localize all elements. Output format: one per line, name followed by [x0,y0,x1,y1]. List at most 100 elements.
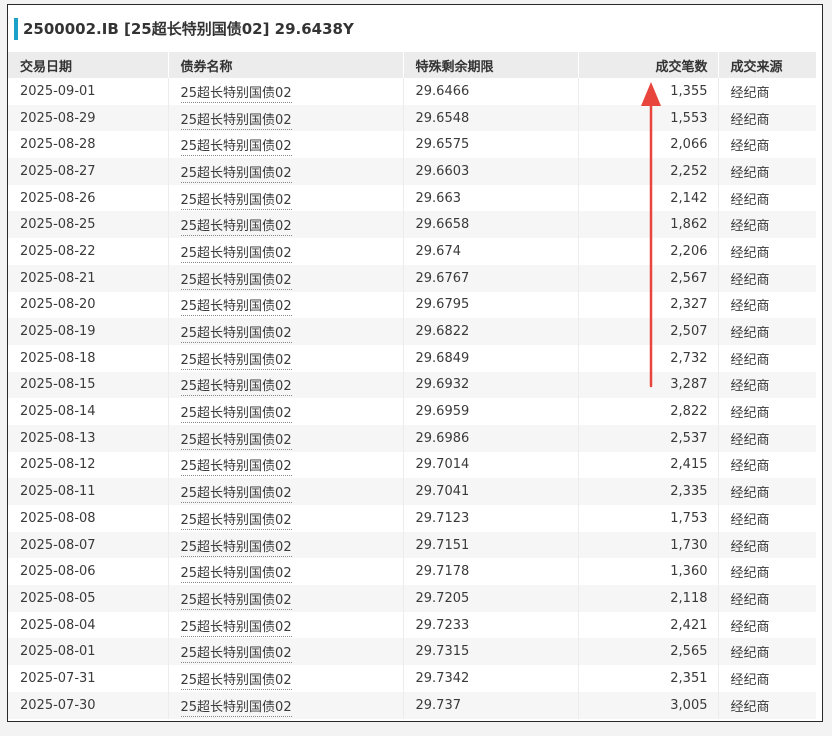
cell-bond-name-link[interactable]: 25超长特别国债02 [168,611,404,639]
table-row[interactable]: 2025-08-11 25超长特别国债02 29.7041 2,335 经纪商 [8,478,816,505]
column-header-bond-name[interactable]: 债券名称 [168,52,404,78]
table-row[interactable]: 2025-08-12 25超长特别国债02 29.7014 2,415 经纪商 [8,451,816,479]
table-row[interactable]: 2025-08-14 25超长特别国债02 29.6959 2,822 经纪商 [8,398,816,425]
cell-bond-name-link[interactable]: 25超长特别国债02 [168,638,404,666]
table-row[interactable]: 2025-08-18 25超长特别国债02 29.6849 2,732 经纪商 [8,344,816,372]
bond-name-link[interactable]: 25超长特别国债02 [180,192,292,210]
bond-name-link[interactable]: 25超长特别国债02 [180,165,292,183]
table-row[interactable]: 2025-07-30 25超长特别国债02 29.737 3,005 经纪商 [8,691,816,719]
bond-name-link[interactable]: 25超长特别国债02 [180,85,292,103]
bond-name-link[interactable]: 25超长特别国债02 [180,299,292,317]
cell-bond-name-link[interactable]: 25超长特别国债02 [168,318,404,345]
bond-name-link[interactable]: 25超长特别国债02 [180,245,292,263]
page-title: 2500002.IB [25超长特别国债02] 29.6438Y [23,20,354,38]
bond-name-link[interactable]: 25超长特别国债02 [180,539,292,557]
table-row[interactable]: 2025-08-13 25超长特别国债02 29.6986 2,537 经纪商 [8,424,816,452]
bond-name-link[interactable]: 25超长特别国债02 [180,432,292,450]
cell-trade-source: 经纪商 [730,459,770,475]
cell-bond-name-link[interactable]: 25超长特别国债02 [168,451,404,479]
cell-trade-date: 2025-08-12 [8,451,169,479]
cell-bond-name-link[interactable]: 25超长特别国债02 [168,478,404,505]
bond-name-link[interactable]: 25超长特别国债02 [180,619,292,637]
bond-name-link[interactable]: 25超长特别国债02 [180,352,292,370]
cell-trade-count: 2,567 [578,264,719,292]
cell-bond-name-link[interactable]: 25超长特别国债02 [168,184,404,212]
table-row[interactable]: 2025-08-15 25超长特别国债02 29.6932 3,287 经纪商 [8,371,816,399]
table-row[interactable]: 2025-08-21 25超长特别国债02 29.6767 2,567 经纪商 [8,264,816,292]
table-row[interactable]: 2025-07-31 25超长特别国债02 29.7342 2,351 经纪商 [8,665,816,692]
cell-trade-count: 2,118 [578,585,719,612]
bond-name-link[interactable]: 25超长特别国债02 [180,219,292,237]
cell-trade-date: 2025-08-04 [8,611,169,639]
table-row[interactable]: 2025-09-01 25超长特别国债02 29.6466 1,355 经纪商 [8,78,816,105]
cell-trade-count: 2,732 [578,344,719,372]
bond-name-link[interactable]: 25超长特别国债02 [180,406,292,424]
table-row[interactable]: 2025-08-05 25超长特别国债02 29.7205 2,118 经纪商 [8,585,816,612]
cell-bond-name-link[interactable]: 25超长特别国债02 [168,158,404,185]
cell-bond-name-link[interactable]: 25超长特别国债02 [168,238,404,265]
cell-bond-name-link[interactable]: 25超长特别国债02 [168,398,404,425]
table-row[interactable]: 2025-08-28 25超长特别国债02 29.6575 2,066 经纪商 [8,131,816,159]
bond-name-link[interactable]: 25超长特别国债02 [180,672,292,690]
cell-bond-name-link[interactable]: 25超长特别国债02 [168,691,404,719]
cell-trade-source: 经纪商 [730,165,770,181]
cell-trade-count: 2,335 [578,478,719,505]
bond-name-link[interactable]: 25超长特别国债02 [180,566,292,584]
bond-name-link[interactable]: 25超长特别国债02 [180,139,292,157]
cell-bond-name-link[interactable]: 25超长特别国债02 [168,291,404,319]
cell-remaining-term: 29.6932 [403,371,579,399]
cell-trade-source: 经纪商 [730,245,770,261]
cell-remaining-term: 29.737 [403,691,579,719]
cell-remaining-term: 29.7151 [403,531,579,559]
table-row[interactable]: 2025-08-19 25超长特别国债02 29.6822 2,507 经纪商 [8,318,816,345]
cell-bond-name-link[interactable]: 25超长特别国债02 [168,344,404,372]
bond-name-link[interactable]: 25超长特别国债02 [180,699,292,717]
bond-name-link[interactable]: 25超长特别国债02 [180,459,292,477]
cell-trade-count: 1,553 [578,104,719,132]
cell-trade-count: 2,822 [578,398,719,425]
table-row[interactable]: 2025-08-29 25超长特别国债02 29.6548 1,553 经纪商 [8,104,816,132]
cell-bond-name-link[interactable]: 25超长特别国债02 [168,505,404,532]
table-row[interactable]: 2025-08-01 25超长特别国债02 29.7315 2,565 经纪商 [8,638,816,666]
table-header-row: 交易日期 债券名称 特殊剩余期限 成交笔数 成交来源 [8,52,816,78]
table-row[interactable]: 2025-08-22 25超长特别国债02 29.674 2,206 经纪商 [8,238,816,265]
cell-bond-name-link[interactable]: 25超长特别国债02 [168,424,404,452]
table-row[interactable]: 2025-08-25 25超长特别国债02 29.6658 1,862 经纪商 [8,211,816,239]
bond-name-link[interactable]: 25超长特别国债02 [180,326,292,344]
cell-bond-name-link[interactable]: 25超长特别国债02 [168,371,404,399]
column-header-date[interactable]: 交易日期 [8,52,169,78]
cell-bond-name-link[interactable]: 25超长特别国债02 [168,531,404,559]
cell-trade-count: 2,537 [578,424,719,452]
cell-remaining-term: 29.6767 [403,264,579,292]
cell-trade-date: 2025-07-30 [8,691,169,719]
bond-name-link[interactable]: 25超长特别国债02 [180,112,292,130]
column-header-trade-source[interactable]: 成交来源 [718,52,816,78]
cell-trade-count: 2,252 [578,158,719,185]
table-row[interactable]: 2025-08-27 25超长特别国债02 29.6603 2,252 经纪商 [8,158,816,185]
cell-remaining-term: 29.6466 [403,78,579,105]
cell-bond-name-link[interactable]: 25超长特别国债02 [168,264,404,292]
cell-trade-source: 经纪商 [730,112,770,128]
cell-bond-name-link[interactable]: 25超长特别国债02 [168,211,404,239]
table-row[interactable]: 2025-08-26 25超长特别国债02 29.663 2,142 经纪商 [8,184,816,212]
table-row[interactable]: 2025-08-20 25超长特别国债02 29.6795 2,327 经纪商 [8,291,816,319]
cell-bond-name-link[interactable]: 25超长特别国债02 [168,585,404,612]
table-row[interactable]: 2025-08-08 25超长特别国债02 29.7123 1,753 经纪商 [8,505,816,532]
table-row[interactable]: 2025-08-06 25超长特别国债02 29.7178 1,360 经纪商 [8,558,816,586]
bond-name-link[interactable]: 25超长特别国债02 [180,272,292,290]
bond-name-link[interactable]: 25超长特别国债02 [180,512,292,530]
cell-bond-name-link[interactable]: 25超长特别国债02 [168,131,404,159]
cell-bond-name-link[interactable]: 25超长特别国债02 [168,665,404,692]
bond-name-link[interactable]: 25超长特别国债02 [180,486,292,504]
column-header-remaining-term[interactable]: 特殊剩余期限 [403,52,579,78]
cell-bond-name-link[interactable]: 25超长特别国债02 [168,558,404,586]
bond-name-link[interactable]: 25超长特别国债02 [180,592,292,610]
cell-remaining-term: 29.6575 [403,131,579,159]
cell-bond-name-link[interactable]: 25超长特别国债02 [168,78,404,105]
table-row[interactable]: 2025-08-04 25超长特别国债02 29.7233 2,421 经纪商 [8,611,816,639]
bond-name-link[interactable]: 25超长特别国债02 [180,379,292,397]
column-header-trade-count[interactable]: 成交笔数 [578,52,719,78]
cell-bond-name-link[interactable]: 25超长特别国债02 [168,104,404,132]
bond-name-link[interactable]: 25超长特别国债02 [180,646,292,664]
table-row[interactable]: 2025-08-07 25超长特别国债02 29.7151 1,730 经纪商 [8,531,816,559]
